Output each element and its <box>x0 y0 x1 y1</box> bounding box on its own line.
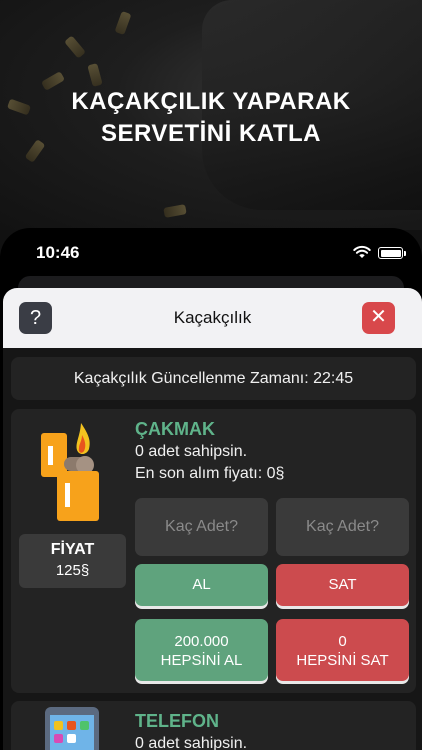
smuggling-sheet: ? Kaçakçılık ✕ Kaçakçılık Güncellenme Za… <box>3 288 422 750</box>
banner-headline: KAÇAKÇILIK YAPARAK SERVETİNİ KATLA <box>0 86 422 150</box>
buy-quantity-input[interactable]: Kaç Adet? <box>135 498 268 556</box>
lighter-icon <box>41 423 99 521</box>
buy-all-amount: 200.000 <box>174 633 229 650</box>
sheet-header: ? Kaçakçılık ✕ <box>3 288 422 348</box>
buy-all-label: HEPSİNİ AL <box>160 652 243 669</box>
battery-icon <box>378 247 403 259</box>
sell-all-label: HEPSİNİ SAT <box>296 652 389 669</box>
sheet-title: Kaçakçılık <box>173 308 252 327</box>
owned-count-text: 0 adet sahipsin. <box>135 735 248 750</box>
sell-all-amount: 0 <box>338 633 347 650</box>
promo-banner: KAÇAKÇILIK YAPARAK SERVETİNİ KATLA <box>0 0 422 230</box>
update-time-bar: Kaçakçılık Güncellenme Zamanı: 22:45 <box>11 357 416 400</box>
phone-icon <box>45 707 99 750</box>
item-card-phone: TELEFON 0 adet sahipsin. <box>11 701 416 750</box>
price-label: FİYAT <box>50 541 95 558</box>
sell-quantity-input[interactable]: Kaç Adet? <box>276 498 409 556</box>
item-card-lighter: FİYAT 125§ ÇAKMAK 0 adet sahipsin. En so… <box>11 409 416 693</box>
sell-all-button[interactable]: 0 HEPSİNİ SAT <box>276 619 409 681</box>
owned-count-text: 0 adet sahipsin. <box>135 443 248 460</box>
price-box: FİYAT 125§ <box>19 534 126 588</box>
price-value: 125§ <box>55 562 90 579</box>
wifi-icon <box>353 245 371 258</box>
item-name: ÇAKMAK <box>135 419 215 439</box>
last-price-text: En son alım fiyatı: 0§ <box>135 465 285 482</box>
close-button[interactable]: ✕ <box>362 302 395 334</box>
banner-headline-line2: SERVETİNİ KATLA <box>101 120 321 147</box>
status-bar: 10:46 <box>0 228 422 280</box>
sell-button[interactable]: SAT <box>276 564 409 606</box>
phone-screen: 10:46 ? Kaçakçılık ✕ Kaçakçılık Güncelle… <box>0 228 422 750</box>
buy-button[interactable]: AL <box>135 564 268 606</box>
item-name: TELEFON <box>135 711 219 731</box>
banner-headline-line1: KAÇAKÇILIK YAPARAK <box>71 88 351 115</box>
buy-all-button[interactable]: 200.000 HEPSİNİ AL <box>135 619 268 681</box>
status-time: 10:46 <box>36 243 80 262</box>
